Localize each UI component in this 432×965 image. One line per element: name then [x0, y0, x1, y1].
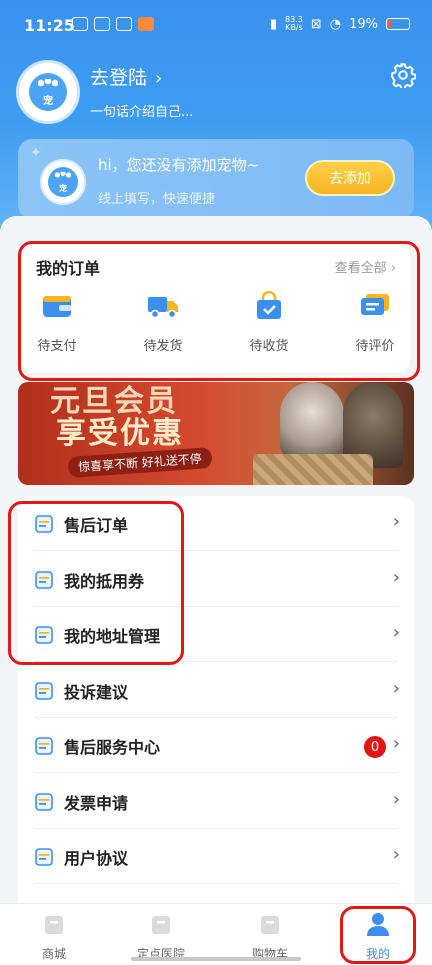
login-link[interactable]: 去登陆 ›: [90, 63, 162, 90]
profile-icon: [367, 913, 389, 936]
order-pending-review[interactable]: 待评价: [340, 291, 410, 354]
menu-item-service[interactable]: 售后服务中心 0 ›: [18, 718, 414, 773]
service-icon: [35, 737, 53, 755]
status-bar: 11:25 ▮ 83.3 KB/s ⊠ ◔ 19%: [0, 0, 432, 52]
gear-icon[interactable]: [390, 62, 416, 88]
vibrate-icon: ▮: [269, 16, 278, 32]
home-indicator: [131, 957, 301, 961]
paw-logo-icon: [29, 73, 67, 111]
chevron-right-icon: ›: [392, 677, 400, 699]
hospital-icon: [152, 916, 170, 934]
menu-item-invoice[interactable]: 发票申请 ›: [18, 774, 414, 829]
menu-item-location[interactable]: 我的地址管理 ›: [18, 607, 414, 662]
menu-item-agreement[interactable]: 用户协议 ›: [18, 829, 414, 884]
battery-icon: [386, 18, 410, 30]
chevron-right-icon: ›: [392, 566, 400, 588]
menu-item-order[interactable]: 售后订单 ›: [18, 496, 414, 551]
shopping-bag-icon: [257, 290, 281, 319]
orders-title: 我的订单: [36, 259, 101, 278]
tab-hospital[interactable]: 定点医院: [121, 911, 201, 962]
wifi-icon: ◔: [329, 16, 342, 32]
order-pending-payment[interactable]: 待支付: [22, 291, 92, 354]
app-icon: [94, 17, 110, 31]
system-icons: ▮ 83.3 KB/s ⊠ ◔ 19%: [270, 16, 410, 32]
view-all-orders-link[interactable]: 查看全部 ›: [335, 257, 396, 276]
shop-icon: [45, 916, 63, 934]
notification-badge: 0: [364, 736, 386, 758]
order-pending-receipt[interactable]: 待收货: [234, 290, 304, 354]
chevron-right-icon: ›: [392, 788, 400, 810]
my-orders-card: 我的订单 查看全部 › 待支付 待发货 待收货 待评价: [22, 243, 410, 373]
tab-cart[interactable]: 购物车: [230, 911, 310, 962]
paw-logo-icon: [48, 167, 78, 197]
chevron-right-icon: ›: [392, 511, 400, 532]
status-time: 11:25: [24, 16, 75, 35]
sparkle-icon: ✦: [30, 145, 42, 161]
comment-icon: [361, 294, 389, 315]
menu-item-coupon[interactable]: 我的抵用券 ›: [18, 552, 414, 607]
tab-shop[interactable]: 商城: [14, 911, 94, 962]
chevron-right-icon: ›: [392, 844, 400, 865]
basket-image: [253, 454, 373, 485]
badge-icon: [138, 17, 154, 31]
net-speed: 83.3 KB/s: [285, 15, 303, 32]
sim-icon: ⊠: [310, 16, 322, 32]
battery-text: 19%: [349, 16, 378, 32]
coupon-icon: [35, 570, 53, 589]
pet-avatar: [40, 159, 86, 205]
order-pending-shipment[interactable]: 待发货: [128, 291, 198, 354]
promo-banner[interactable]: 元旦会员 享受优惠 惊喜享不断 好礼送不停: [18, 382, 414, 485]
avatar[interactable]: [16, 60, 80, 124]
location-icon: [35, 626, 53, 644]
intro-text: 一句话介绍自己...: [90, 105, 194, 120]
banner-headline-2: 享受优惠: [56, 416, 184, 451]
pet-card-title: hi，您还没有添加宠物~: [98, 156, 260, 174]
chevron-right-icon: ›: [155, 68, 163, 89]
add-pet-button[interactable]: 去添加: [305, 160, 395, 196]
link-icon: [116, 17, 132, 31]
dog-image: [280, 382, 344, 456]
crown-icon: [72, 17, 88, 31]
chevron-right-icon: ›: [392, 622, 400, 643]
add-pet-card: ✦ hi，您还没有添加宠物~ 线上填写，快速便捷 去添加: [18, 139, 414, 219]
notification-icons: [72, 17, 154, 31]
cart-icon: [261, 916, 279, 934]
invoice-icon: [35, 792, 53, 811]
order-icon: [35, 515, 53, 533]
feedback-icon: [35, 681, 53, 700]
wallet-icon: [43, 296, 71, 317]
menu-item-feedback[interactable]: 投诉建议 ›: [18, 663, 414, 718]
agreement-icon: [35, 848, 53, 866]
truck-icon: [148, 297, 178, 319]
pet-card-subtitle: 线上填写，快速便捷: [98, 192, 216, 207]
chevron-right-icon: ›: [392, 733, 400, 754]
chevron-right-icon: ›: [390, 261, 396, 276]
tab-profile[interactable]: 我的: [338, 911, 418, 962]
